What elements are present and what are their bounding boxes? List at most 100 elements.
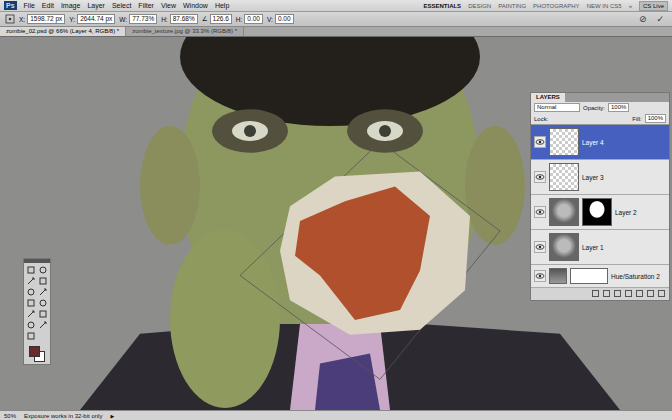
tool-grid: [24, 263, 50, 343]
app-logo[interactable]: Ps: [4, 1, 17, 10]
layer-name[interactable]: Layer 4: [582, 139, 604, 146]
layer-name[interactable]: Layer 2: [615, 209, 637, 216]
document-tab[interactable]: zombie_02.psd @ 66% (Layer 4, RGB/8) *: [0, 27, 126, 36]
menu-item[interactable]: File: [24, 1, 35, 11]
visibility-eye-icon[interactable]: [534, 206, 546, 218]
layer-thumbnail: [549, 233, 579, 261]
panel-footer: [531, 288, 669, 300]
fill-field[interactable]: 100%: [645, 114, 666, 123]
layer-row[interactable]: Layer 3: [531, 160, 669, 195]
tool-icon[interactable]: [26, 331, 36, 341]
visibility-eye-icon[interactable]: [534, 241, 546, 253]
fill-label: Fill:: [632, 116, 641, 122]
lock-row: Lock: Fill: 100%: [531, 113, 669, 124]
tool-icon[interactable]: [38, 298, 48, 308]
tool-icon[interactable]: [26, 287, 36, 297]
tool-icon[interactable]: [38, 276, 48, 286]
menu-item[interactable]: Window: [183, 1, 208, 11]
transform-button[interactable]: ⊘: [636, 14, 650, 25]
tool-icon[interactable]: [26, 298, 36, 308]
layer-mask-thumbnail[interactable]: [582, 198, 612, 226]
transform-button[interactable]: ✓: [653, 14, 667, 25]
menu-item[interactable]: Layer: [87, 1, 105, 11]
field-label: X:: [19, 16, 25, 23]
tools-panel: [23, 258, 51, 365]
layer-mask-thumbnail[interactable]: [570, 268, 608, 284]
blend-mode-dropdown[interactable]: Normal: [534, 103, 580, 112]
tool-icon[interactable]: [38, 287, 48, 297]
menu-item[interactable]: Help: [215, 1, 229, 11]
layer-thumbnail: [549, 163, 579, 191]
tool-icon[interactable]: [38, 265, 48, 275]
field-label: W:: [119, 16, 127, 23]
layer-row[interactable]: Layer 2: [531, 195, 669, 230]
field-input[interactable]: 126.6: [210, 14, 232, 24]
field-label: Y:: [69, 16, 75, 23]
document-tab[interactable]: zombie_texture.jpg @ 33.3% (RGB/8) *: [126, 27, 244, 36]
field-input[interactable]: 0.00: [244, 14, 263, 24]
field-input[interactable]: 87.68%: [170, 14, 198, 24]
tool-icon[interactable]: [26, 265, 36, 275]
workspace-tab[interactable]: NEW IN CS5: [587, 1, 622, 11]
layer-name[interactable]: Layer 1: [582, 244, 604, 251]
layers-panel: LAYERSNormalOpacity:100%Lock:Fill:100%La…: [530, 92, 670, 301]
field-input[interactable]: 77.73%: [129, 14, 157, 24]
panel-action-icon[interactable]: [647, 290, 654, 297]
panel-action-icon[interactable]: [636, 290, 643, 297]
foreground-color-swatch[interactable]: [29, 346, 40, 357]
field-input[interactable]: 0.00: [275, 14, 294, 24]
layer-row[interactable]: Layer 4: [531, 125, 669, 160]
status-menu-arrow[interactable]: ▶: [110, 413, 114, 419]
transform-field: H:0.00: [236, 14, 263, 24]
status-bar: 50% Exposure works in 32-bit only ▶: [0, 410, 672, 420]
workspace-tab[interactable]: PAINTING: [498, 1, 526, 11]
workspace-tab[interactable]: ESSENTIALS: [423, 1, 461, 11]
field-label: H:: [161, 16, 168, 23]
field-input[interactable]: 1598.72 px: [27, 14, 65, 24]
menu-item[interactable]: Select: [112, 1, 131, 11]
workspace-tab[interactable]: DESIGN: [468, 1, 491, 11]
tool-icon[interactable]: [26, 276, 36, 286]
layer-name[interactable]: Hue/Saturation 2: [611, 273, 660, 280]
layer-thumbnail: [549, 198, 579, 226]
panel-action-icon[interactable]: [658, 290, 665, 297]
layer-thumbnail: [549, 128, 579, 156]
panel-tab[interactable]: LAYERS: [531, 93, 565, 102]
more-workspaces[interactable]: »: [629, 1, 632, 11]
tool-icon[interactable]: [38, 309, 48, 319]
layer-row[interactable]: Hue/Saturation 2: [531, 265, 669, 288]
menu-item[interactable]: Edit: [42, 1, 54, 11]
field-input[interactable]: 2644.74 px: [77, 14, 115, 24]
transform-field: V:0.00: [267, 14, 294, 24]
panel-action-icon[interactable]: [603, 290, 610, 297]
document-tabs: zombie_02.psd @ 66% (Layer 4, RGB/8) *zo…: [0, 27, 672, 37]
panel-header[interactable]: [24, 259, 50, 263]
workspace-tab[interactable]: PHOTOGRAPHY: [533, 1, 580, 11]
opacity-label: Opacity:: [583, 105, 605, 111]
menu-item[interactable]: View: [161, 1, 176, 11]
color-swatches: [27, 345, 47, 361]
tool-icon[interactable]: [26, 309, 36, 319]
reference-point-icon[interactable]: [5, 14, 15, 24]
layer-row[interactable]: Layer 1: [531, 230, 669, 265]
menu-item[interactable]: Image: [61, 1, 80, 11]
visibility-eye-icon[interactable]: [534, 136, 546, 148]
visibility-eye-icon[interactable]: [534, 171, 546, 183]
panel-action-icon[interactable]: [592, 290, 599, 297]
status-message: Exposure works in 32-bit only: [24, 413, 102, 419]
zoom-level[interactable]: 50%: [4, 413, 16, 419]
layer-name[interactable]: Layer 3: [582, 174, 604, 181]
panel-action-icon[interactable]: [614, 290, 621, 297]
cs-live-button[interactable]: CS Live: [639, 1, 668, 11]
panel-action-icon[interactable]: [625, 290, 632, 297]
tool-icon[interactable]: [38, 320, 48, 330]
layer-thumbnail: [549, 268, 567, 284]
opacity-field[interactable]: 100%: [608, 103, 629, 112]
transform-field: X:1598.72 px: [19, 14, 65, 24]
tool-icon[interactable]: [26, 320, 36, 330]
lock-label: Lock:: [534, 116, 548, 122]
panel-tabs: LAYERS: [531, 93, 669, 102]
menu-item[interactable]: Filter: [138, 1, 154, 11]
layer-list: Layer 4 Layer 3 Layer 2 Layer 1 Hue/Saturati…: [531, 124, 669, 288]
visibility-eye-icon[interactable]: [534, 270, 546, 282]
